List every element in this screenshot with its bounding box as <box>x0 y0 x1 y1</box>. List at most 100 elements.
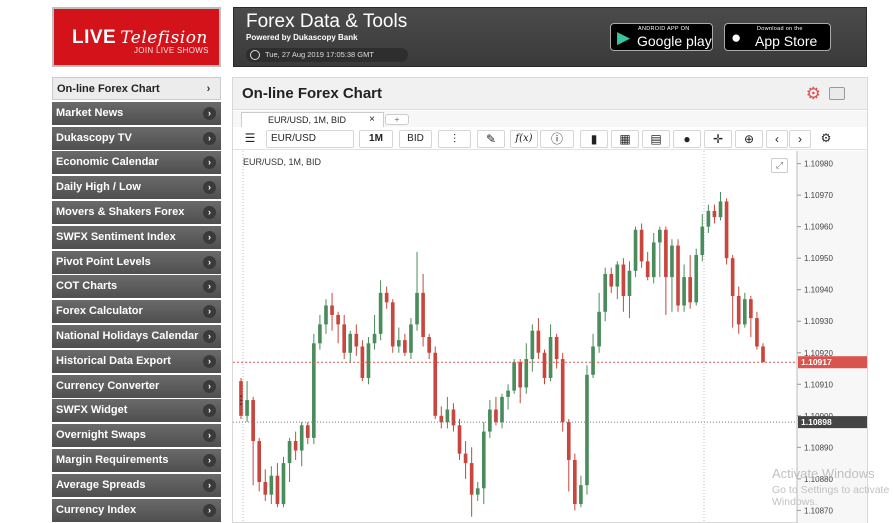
candle-body <box>475 488 480 495</box>
sidebar-item-currency-converter[interactable]: Currency Converter › <box>52 374 221 398</box>
candle-body <box>396 340 401 347</box>
sidebar-item-market-news[interactable]: Market News › <box>52 101 221 125</box>
crosshair-icon[interactable]: ✛ <box>704 130 732 148</box>
candle-body <box>415 292 419 325</box>
window-icon[interactable] <box>829 87 845 100</box>
tab-eurusd-chart[interactable]: EUR/USD, 1M, BID × <box>241 112 384 127</box>
sidebar-item-dukascopy-tv[interactable]: Dukascopy TV › <box>52 126 221 150</box>
close-icon[interactable]: × <box>369 113 375 127</box>
chevron-right-icon: › <box>203 131 216 145</box>
sidebar-item-economic-calendar[interactable]: Economic Calendar › <box>52 151 221 175</box>
offer-side-select[interactable]: BID <box>399 130 432 148</box>
live-telefision-logo[interactable]: LIVE Telefision JOIN LIVE SHOWS <box>52 7 221 67</box>
candle-body <box>318 324 322 344</box>
price-tick-label: 1.10970 <box>804 191 833 200</box>
candle-body <box>336 314 340 325</box>
candle-body <box>463 453 468 464</box>
info-icon[interactable]: ⓘ <box>540 130 574 148</box>
chevron-right-icon: › <box>203 404 216 418</box>
lock-icon[interactable]: ● <box>673 130 701 148</box>
indicators-icon[interactable]: f(x) <box>510 130 538 148</box>
layout-icon[interactable]: ▤ <box>642 130 670 148</box>
sidebar-item-swfx-sentiment[interactable]: SWFX Sentiment Index › <box>52 225 221 249</box>
candle-body <box>603 273 608 312</box>
sidebar-item-pivot-points[interactable]: Pivot Point Levels › <box>52 250 221 274</box>
sidebar-item-historical-data[interactable]: Historical Data Export › <box>52 349 221 373</box>
sidebar-item-swfx-widget[interactable]: SWFX Widget › <box>52 399 221 423</box>
activate-windows-hint: Go to Settings to activate Windows. <box>772 484 890 508</box>
candle-body <box>421 292 425 337</box>
chart-toolbar: ☰ EUR/USD 1M BID ⫶ ✎ f(x) ⓘ ▮ ▦ ▤ ● ✛ ⊕ … <box>233 128 867 150</box>
sidebar-item-forex-calculator[interactable]: Forex Calculator › <box>52 300 221 324</box>
candle-body <box>749 299 753 319</box>
sidebar-item-daily-high-low[interactable]: Daily High / Low › <box>52 176 221 200</box>
gear-icon[interactable]: ⚙ <box>806 84 821 104</box>
sidebar-item-label: Average Spreads <box>56 478 146 491</box>
google-play-button[interactable]: ▶ ANDROID APP ON Google play <box>610 23 713 51</box>
sidebar-item-average-spreads[interactable]: Average Spreads › <box>52 473 221 497</box>
chart-type-icon[interactable]: ⫶ <box>438 130 471 148</box>
current-price-label: 1.10917 <box>801 357 832 367</box>
sidebar-item-label: Historical Data Export <box>56 354 171 367</box>
app-store-button[interactable]: ● Download on the App Store <box>724 23 831 51</box>
sidebar-item-overnight-swaps[interactable]: Overnight Swaps › <box>52 424 221 448</box>
chart-panel: On-line Forex Chart ⚙ EUR/USD, 1M, BID ×… <box>232 77 868 523</box>
header-bar: Forex Data & Tools Powered by Dukascopy … <box>233 7 867 67</box>
sidebar-item-margin-requirements[interactable]: Margin Requirements › <box>52 448 221 472</box>
panel-header: On-line Forex Chart ⚙ <box>233 78 867 110</box>
instrument-select[interactable]: EUR/USD <box>266 130 354 148</box>
candle-body <box>518 362 523 388</box>
crosshair-price-label: 1.10898 <box>801 417 832 427</box>
candle-body <box>281 463 286 505</box>
chevron-right-icon: › <box>203 280 216 294</box>
candle-body <box>494 409 498 423</box>
chevron-right-icon: › <box>203 156 216 170</box>
candle-body <box>730 258 735 297</box>
candle-body <box>676 245 680 306</box>
panel-title: On-line Forex Chart <box>242 85 383 102</box>
period-select[interactable]: 1M <box>359 130 393 148</box>
scroll-left-icon[interactable]: ‹ <box>766 130 788 148</box>
candle-body <box>378 292 383 334</box>
scroll-right-icon[interactable]: › <box>789 130 811 148</box>
add-tab-button[interactable]: + <box>385 114 409 125</box>
menu-icon[interactable]: ☰ <box>237 130 263 148</box>
zoom-icon[interactable]: ⊕ <box>735 130 763 148</box>
export-icon[interactable]: ⤢ <box>771 158 788 173</box>
price-tick-label: 1.10930 <box>804 317 833 326</box>
candle-body <box>293 441 298 451</box>
datetime-text: Tue, 27 Aug 2019 17:05:38 GMT <box>265 50 374 59</box>
candle-body <box>548 337 553 378</box>
sidebar-item-currency-index[interactable]: Currency Index › <box>52 498 221 522</box>
activate-windows-watermark: Activate Windows <box>772 466 875 481</box>
drag-handle-icon[interactable]: ⋮ <box>235 394 247 406</box>
candle-body <box>591 346 595 375</box>
sidebar-item-cot-charts[interactable]: COT Charts › <box>52 275 221 299</box>
candle-body <box>724 201 729 259</box>
price-tick-label: 1.10940 <box>804 286 833 295</box>
sidebar-item-online-forex-chart[interactable]: On-line Forex Chart › <box>52 77 221 100</box>
candle-body <box>573 459 577 505</box>
candle-body <box>609 273 614 287</box>
candle-body <box>506 390 510 397</box>
chevron-right-icon: › <box>206 83 211 95</box>
draw-tool-icon[interactable]: ✎ <box>477 130 505 148</box>
candle-body <box>305 425 310 438</box>
settings-icon[interactable]: ⚙ <box>815 130 837 148</box>
candle-body <box>736 296 741 325</box>
candle-body <box>627 270 632 297</box>
candle-body <box>621 264 626 297</box>
sidebar-item-movers-shakers[interactable]: Movers & Shakers Forex › <box>52 200 221 224</box>
chevron-right-icon: › <box>203 305 216 319</box>
candle-body <box>512 362 516 391</box>
bar-chart-icon[interactable]: ▮ <box>580 130 608 148</box>
sidebar-item-label: Market News <box>56 106 124 119</box>
sidebar-item-national-holidays[interactable]: National Holidays Calendar › <box>52 324 221 348</box>
price-tick-label: 1.10910 <box>804 380 833 389</box>
candle-body <box>524 359 529 388</box>
sidebar-nav: On-line Forex Chart › Market News › Dukasc… <box>52 77 221 523</box>
calendar-icon[interactable]: ▦ <box>611 130 639 148</box>
candle-body <box>372 333 377 344</box>
sidebar-item-label: On-line Forex Chart <box>57 83 160 95</box>
sidebar-item-label: Daily High / Low <box>56 181 141 194</box>
